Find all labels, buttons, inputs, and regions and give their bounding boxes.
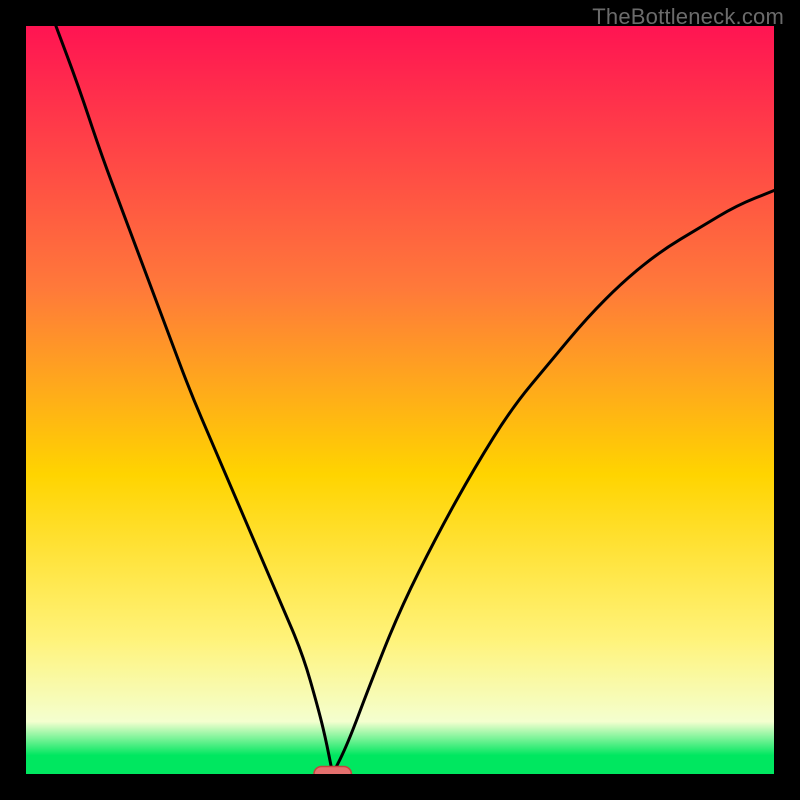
chart-frame: TheBottleneck.com bbox=[0, 0, 800, 800]
watermark-text: TheBottleneck.com bbox=[592, 4, 784, 30]
gradient-background bbox=[26, 26, 774, 774]
bottleneck-plot bbox=[26, 26, 774, 774]
bottleneck-marker bbox=[314, 767, 351, 774]
